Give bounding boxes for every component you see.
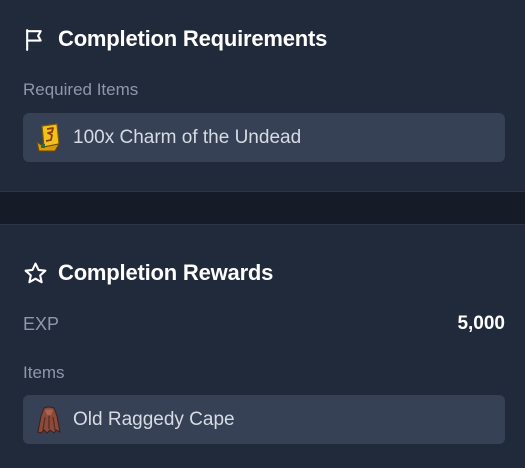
flag-icon (23, 27, 48, 52)
completion-requirements-card: Completion Requirements Required Items 1… (0, 0, 525, 192)
raggedy-cape-icon (33, 404, 65, 436)
reward-items-label: Items (23, 363, 65, 382)
exp-value: 5,000 (457, 313, 505, 334)
required-items-label: Required Items (23, 80, 139, 99)
rewards-header: Completion Rewards (23, 260, 273, 286)
required-item-name: 100x Charm of the Undead (73, 126, 302, 148)
required-item-charm-of-the-undead[interactable]: 100x Charm of the Undead (23, 113, 505, 162)
charm-of-the-undead-icon (33, 122, 65, 154)
exp-label: EXP (23, 313, 60, 334)
star-icon (23, 261, 48, 286)
requirements-title: Completion Requirements (58, 26, 328, 51)
requirements-header: Completion Requirements (23, 26, 327, 52)
reward-item-name: Old Raggedy Cape (73, 408, 235, 430)
reward-item-old-raggedy-cape[interactable]: Old Raggedy Cape (23, 395, 505, 444)
rewards-title: Completion Rewards (58, 260, 274, 285)
exp-row: EXP 5,000 (23, 313, 505, 335)
completion-rewards-card: Completion Rewards EXP 5,000 Items Old R… (0, 224, 525, 468)
